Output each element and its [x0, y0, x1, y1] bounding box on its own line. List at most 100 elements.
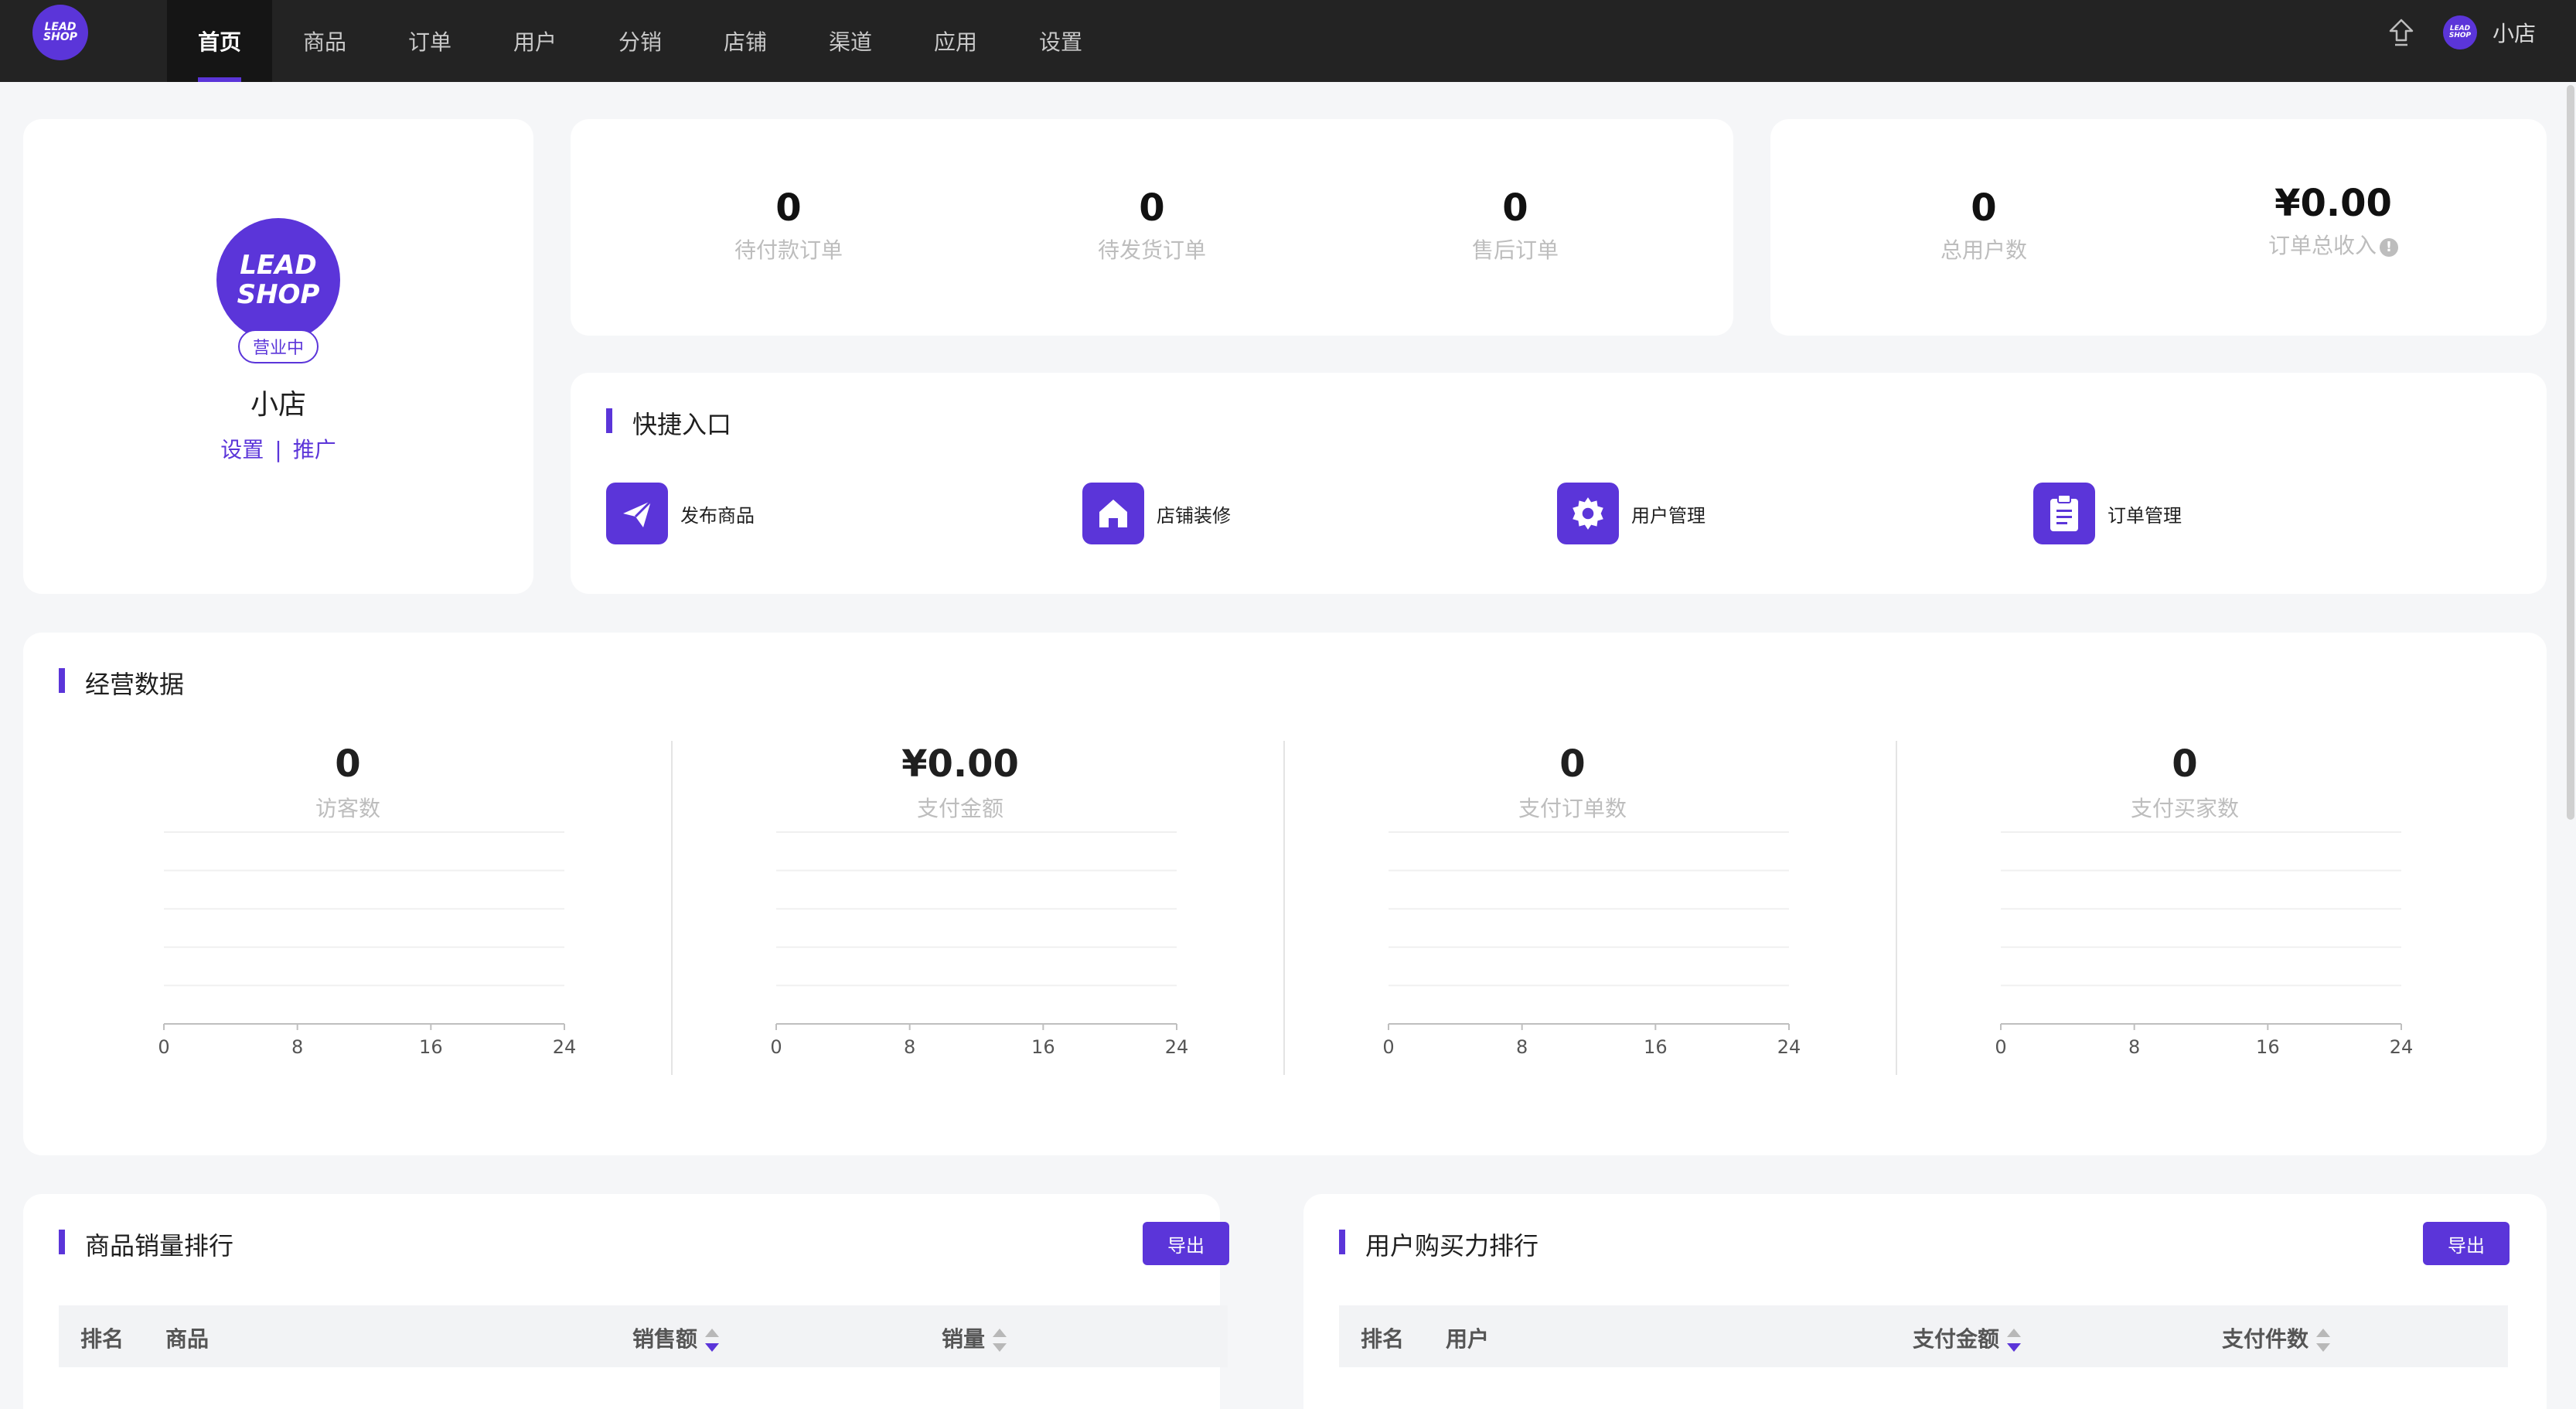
quick-order-management[interactable]: 订单管理	[2033, 483, 2182, 544]
shop-promote-link[interactable]: 推广	[293, 437, 336, 462]
column-sales-amount[interactable]: 销售额	[632, 1322, 720, 1353]
export-button[interactable]: 导出	[1143, 1222, 1229, 1265]
stat-pending-shipment[interactable]: 0 待发货订单	[1036, 186, 1268, 264]
table-header: 排名 用户 支付金额 支付件数	[1339, 1305, 2508, 1367]
gear-icon	[1557, 483, 1619, 544]
nav-item-settings[interactable]: 设置	[1008, 0, 1113, 82]
clipboard-icon	[2033, 483, 2095, 544]
nav-item-goods[interactable]: 商品	[272, 0, 377, 82]
nav-item-distribution[interactable]: 分销	[588, 0, 693, 82]
nav-item-home[interactable]: 首页	[167, 0, 272, 82]
user-name[interactable]: 小店	[2493, 17, 2536, 48]
shop-card: LEAD SHOP 营业中 小店 设置 | 推广	[23, 119, 533, 594]
column-label: 支付金额	[1913, 1326, 2000, 1352]
paid-buyers-chart: 0 8 16 24	[1995, 831, 2413, 1058]
metric-label: 支付金额	[916, 796, 1003, 821]
column-rank: 排名	[1361, 1326, 1405, 1352]
nav-item-users[interactable]: 用户	[482, 0, 588, 82]
x-tick-label: 8	[291, 1036, 303, 1058]
column-user: 用户	[1446, 1326, 1490, 1352]
column-payment-items[interactable]: 支付件数	[2222, 1322, 2331, 1353]
stat-total-income[interactable]: ¥0.00 订单总收入!	[2217, 181, 2449, 260]
export-button[interactable]: 导出	[2423, 1222, 2510, 1265]
sort-icon[interactable]	[993, 1329, 1007, 1352]
shop-status-badge: 营业中	[238, 329, 319, 363]
user-rank-card: 用户购买力排行 导出 排名 用户 支付金额 支付件数	[1303, 1194, 2547, 1409]
main-nav: 首页 商品 订单 用户 分销 店铺 渠道 应用 设置	[167, 0, 1113, 82]
stat-total-users[interactable]: 0 总用户数	[1868, 186, 2100, 264]
brand-logo[interactable]: LEAD SHOP	[32, 5, 88, 60]
nav-item-orders[interactable]: 订单	[377, 0, 482, 82]
x-tick-label: 8	[904, 1036, 915, 1058]
metric-value: 0	[1559, 742, 1586, 786]
sort-icon[interactable]	[2316, 1329, 2331, 1352]
nav-item-store[interactable]: 店铺	[693, 0, 798, 82]
shop-links: 设置 | 推广	[23, 433, 533, 464]
stat-pending-payment[interactable]: 0 待付款订单	[673, 186, 905, 264]
section-title: 商品销量排行	[59, 1226, 233, 1262]
x-tick-label: 16	[419, 1036, 443, 1058]
x-tick-label: 24	[553, 1036, 577, 1058]
shop-name: 小店	[250, 389, 306, 421]
sort-icon[interactable]	[705, 1329, 720, 1352]
info-icon[interactable]: !	[2380, 238, 2398, 257]
quick-publish-goods[interactable]: 发布商品	[606, 483, 755, 544]
stat-label: 总用户数	[1940, 237, 2027, 263]
nav-item-apps[interactable]: 应用	[903, 0, 1008, 82]
metric-label: 支付订单数	[1518, 796, 1627, 821]
column-label: 销量	[942, 1326, 986, 1352]
stat-value: ¥0.00	[2274, 182, 2392, 225]
metric-payment-amount: ¥0.00 支付金额 0 8 16 24	[654, 741, 1266, 1075]
stat-label-text: 订单总收入	[2268, 233, 2377, 258]
metric-paid-buyers: 0 支付买家数 0 8 16 24	[1879, 741, 2491, 1075]
column-label: 支付件数	[2222, 1326, 2309, 1352]
metric-value: 0	[2172, 742, 2198, 786]
business-data-card: 经营数据 0 访客数 0 8 16 24 ¥0.00 支付金额 0 8 16 24 0 支付…	[23, 633, 2547, 1155]
sort-icon[interactable]	[2007, 1329, 2022, 1352]
column-goods: 商品	[165, 1326, 210, 1352]
quick-store-decoration[interactable]: 店铺装修	[1082, 483, 1231, 544]
metric-value: 0	[335, 742, 361, 786]
metric-label: 支付买家数	[2130, 796, 2239, 821]
column-payment-amount[interactable]: 支付金额	[1913, 1322, 2022, 1353]
x-tick-label: 0	[770, 1036, 782, 1058]
user-stats-card: 0 总用户数 ¥0.00 订单总收入!	[1770, 119, 2547, 336]
column-sales-volume[interactable]: 销量	[942, 1322, 1007, 1353]
stat-value: 0	[775, 186, 802, 230]
x-tick-label: 24	[1165, 1036, 1189, 1058]
x-tick-label: 8	[1516, 1036, 1528, 1058]
section-title: 经营数据	[59, 665, 184, 701]
stat-value: 0	[1502, 186, 1528, 230]
metric-label: 访客数	[315, 796, 380, 821]
home-icon	[1082, 483, 1144, 544]
x-tick-label: 16	[1644, 1036, 1668, 1058]
section-title: 快捷入口	[606, 405, 731, 441]
x-tick-label: 0	[158, 1036, 169, 1058]
payment-amount-chart: 0 8 16 24	[770, 831, 1189, 1058]
quick-label: 订单管理	[2107, 504, 2182, 527]
stat-value: 0	[1971, 186, 1997, 230]
goods-rank-card: 商品销量排行 导出 排名 商品 销售额 销量	[23, 1194, 1229, 1409]
upload-icon[interactable]	[2386, 17, 2417, 48]
user-avatar[interactable]: LEAD SHOP	[2443, 15, 2477, 49]
shop-settings-link[interactable]: 设置	[220, 437, 264, 462]
table-header: 排名 商品 销售额 销量	[59, 1305, 1228, 1367]
column-label: 销售额	[632, 1326, 698, 1352]
top-navbar: LEAD SHOP 首页 商品 订单 用户 分销 店铺 渠道 应用 设置 LEAD…	[0, 0, 2576, 82]
metric-value: ¥0.00	[901, 742, 1019, 786]
metric-visitors: 0 访客数 0 8 16 24	[42, 741, 654, 1075]
quick-label: 店铺装修	[1157, 504, 1231, 527]
x-tick-label: 0	[1995, 1036, 2006, 1058]
stat-label: 售后订单	[1471, 237, 1559, 263]
quick-user-management[interactable]: 用户管理	[1557, 483, 1705, 544]
stat-after-sales[interactable]: 0 售后订单	[1399, 186, 1631, 264]
page-scrollbar[interactable]	[2567, 85, 2574, 820]
quick-entry-card: 快捷入口 发布商品 店铺装修 用户管理 订单管理	[571, 373, 2547, 594]
nav-item-channels[interactable]: 渠道	[798, 0, 903, 82]
stat-label: 订单总收入!	[2217, 229, 2449, 260]
x-tick-label: 24	[1777, 1036, 1801, 1058]
stat-label: 待付款订单	[734, 237, 843, 263]
shop-logo: LEAD SHOP	[216, 218, 340, 342]
order-stats-card: 0 待付款订单 0 待发货订单 0 售后订单	[571, 119, 1733, 336]
visitors-chart: 0 8 16 24	[158, 831, 577, 1058]
